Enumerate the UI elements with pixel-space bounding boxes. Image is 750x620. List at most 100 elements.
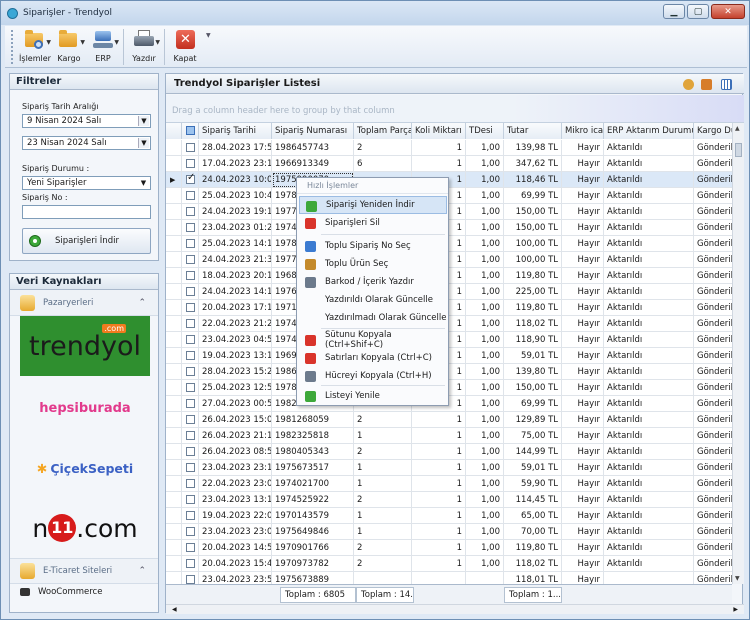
- context-menu-item[interactable]: Sütunu Kopyala (Ctrl+Shif+C): [299, 330, 447, 350]
- row-checkbox[interactable]: [186, 527, 195, 536]
- row-checkbox[interactable]: [186, 351, 195, 360]
- kapat-button[interactable]: ✕ Kapat: [168, 29, 202, 63]
- scroll-thumb[interactable]: [735, 143, 742, 157]
- context-menu-item[interactable]: Siparişi Yeniden İndir: [299, 196, 447, 214]
- table-row[interactable]: 19.04.2023 13:11 1969 1 1,00 59,01 TL Hayır Ak…: [166, 348, 732, 364]
- scroll-right-icon[interactable]: ▶: [733, 606, 738, 613]
- row-checkbox[interactable]: [186, 495, 195, 504]
- context-menu-item[interactable]: Toplu Ürün Seç: [299, 255, 447, 273]
- context-menu-item[interactable]: Yazdırıldı Olarak Güncelle: [299, 291, 447, 309]
- order-no-input[interactable]: [22, 205, 151, 219]
- row-checkbox[interactable]: [186, 431, 195, 440]
- table-row[interactable]: 26.04.2023 15:09 1981268059 2 1 1,00 129,89 T…: [166, 412, 732, 428]
- table-row[interactable]: 25.04.2023 10:49 1978 1 1,00 69,99 TL Hayır Ak…: [166, 188, 732, 204]
- column-header[interactable]: Sipariş Tarihi: [199, 123, 272, 139]
- row-checkbox[interactable]: [186, 191, 195, 200]
- row-checkbox[interactable]: [186, 287, 195, 296]
- table-row[interactable]: 28.04.2023 17:57 1986457743 2 1 1,00 139,98 T…: [166, 140, 732, 156]
- column-header[interactable]: ERP Aktarım Durumu: [604, 123, 694, 139]
- table-row[interactable]: 20.04.2023 15:42 1970973782 2 1 1,00 118,02 T…: [166, 556, 732, 572]
- row-checkbox[interactable]: [186, 447, 195, 456]
- table-row[interactable]: 25.04.2023 14:18 1978 1 1,00 100,00 TL Hayır A…: [166, 236, 732, 252]
- row-checkbox[interactable]: [186, 415, 195, 424]
- woocommerce-item[interactable]: WooCommerce: [10, 584, 158, 600]
- scroll-down-icon[interactable]: ▼: [735, 575, 740, 582]
- table-row[interactable]: 24.04.2023 19:18 1977 1 1,00 150,00 TL Hayır A…: [166, 204, 732, 220]
- settings-icon[interactable]: [683, 79, 694, 90]
- export-icon[interactable]: [701, 79, 712, 90]
- table-row[interactable]: 23.04.2023 04:58 1974 1 1,00 118,90 TL Hayır A…: [166, 332, 732, 348]
- column-header[interactable]: Tutar: [504, 123, 562, 139]
- table-row[interactable]: 22.04.2023 23:00 1974021700 1 1 1,00 59,90 TL…: [166, 476, 732, 492]
- row-checkbox[interactable]: [186, 239, 195, 248]
- toolbar-grip[interactable]: [11, 30, 14, 64]
- table-row[interactable]: 23.04.2023 13:12 1974525922 2 1 1,00 114,45 T…: [166, 492, 732, 508]
- row-checkbox[interactable]: [186, 479, 195, 488]
- column-header[interactable]: Sipariş Numarası: [272, 123, 354, 139]
- n11-logo[interactable]: n 11 .com: [20, 498, 150, 558]
- row-checkbox[interactable]: [186, 367, 195, 376]
- context-menu-item[interactable]: Yazdırılmadı Olarak Güncelle: [299, 309, 447, 327]
- download-orders-button[interactable]: Siparişleri İndir: [22, 228, 151, 254]
- toolbar-overflow-icon[interactable]: ▼: [206, 32, 211, 39]
- table-row[interactable]: 19.04.2023 22:06 1970143579 1 1 1,00 65,00 TL…: [166, 508, 732, 524]
- table-row[interactable]: 20.04.2023 14:52 1970901766 2 1 1,00 119,80 T…: [166, 540, 732, 556]
- status-select[interactable]: Yeni Siparişler ▼: [22, 176, 151, 190]
- row-checkbox[interactable]: [186, 335, 195, 344]
- chevron-down-icon[interactable]: ▼: [138, 138, 149, 148]
- context-menu-item[interactable]: Siparişleri Sil: [299, 214, 447, 232]
- row-checkbox[interactable]: [186, 399, 195, 408]
- table-row[interactable]: 27.04.2023 00:55 1982 1 1,00 69,99 TL Hayır Ak…: [166, 396, 732, 412]
- row-checkbox[interactable]: [186, 159, 195, 168]
- collapse-icon[interactable]: ⌃: [138, 566, 146, 576]
- ciceksepeti-logo[interactable]: ✱ ÇiçekSepeti: [20, 438, 150, 498]
- erp-button[interactable]: ▼ ERP: [86, 29, 120, 63]
- trendyol-logo[interactable]: trendyol .com: [20, 316, 150, 376]
- table-row[interactable]: 18.04.2023 20:18 1968 1 1,00 119,80 TL Hayır A…: [166, 268, 732, 284]
- context-menu-item[interactable]: Satırları Kopyala (Ctrl+C): [299, 349, 447, 367]
- row-checkbox[interactable]: [186, 172, 195, 184]
- table-row[interactable]: 24.04.2023 21:37 1977 1 1,00 100,00 TL Hayır A…: [166, 252, 732, 268]
- scroll-left-icon[interactable]: ◀: [172, 606, 177, 613]
- context-menu-item[interactable]: Toplu Sipariş No Seç: [299, 237, 447, 255]
- maximize-button[interactable]: ▢: [687, 4, 709, 19]
- table-row[interactable]: 25.04.2023 12:58 1978 1 1,00 150,00 TL Hayır A…: [166, 380, 732, 396]
- table-row[interactable]: 23.04.2023 01:20 1974 1 1,00 150,00 TL Hayır A…: [166, 220, 732, 236]
- table-row[interactable]: 17.04.2023 23:19 1966913349 6 1 1,00 347,62 T…: [166, 156, 732, 172]
- column-header[interactable]: TDesi: [466, 123, 504, 139]
- column-header[interactable]: Koli Miktarı: [412, 123, 466, 139]
- row-checkbox[interactable]: [186, 559, 195, 568]
- columns-icon[interactable]: [721, 79, 732, 90]
- islemler-button[interactable]: ▼ İşlemler: [18, 29, 52, 63]
- column-header[interactable]: Kargo Durumu: [694, 123, 732, 139]
- chevron-down-icon[interactable]: ▼: [138, 178, 149, 188]
- kargo-button[interactable]: ▼ Kargo: [52, 29, 86, 63]
- date-from-picker[interactable]: 9 Nisan 2024 Salı ▼: [22, 114, 151, 128]
- minimize-button[interactable]: ▁: [663, 4, 685, 19]
- horizontal-scrollbar[interactable]: ◀ ▶: [166, 604, 744, 614]
- table-row[interactable]: 23.04.2023 23:15 1975673517 1 1 1,00 59,01 TL…: [166, 460, 732, 476]
- ecommerce-group[interactable]: E-Ticaret Siteleri ⌃: [10, 558, 158, 584]
- marketplaces-group[interactable]: Pazaryerleri ⌃: [10, 290, 158, 316]
- table-row[interactable]: 24.04.2023 14:16 1976 1 1,00 225,00 TL Hayır A…: [166, 284, 732, 300]
- table-row[interactable]: 26.04.2023 08:51 1980405343 2 1 1,00 144,99 T…: [166, 444, 732, 460]
- table-row[interactable]: 20.04.2023 17:13 1971 1 1,00 119,80 TL Hayır A…: [166, 300, 732, 316]
- yazdir-button[interactable]: ▼ Yazdır: [127, 29, 161, 63]
- context-menu-item[interactable]: Listeyi Yenile: [299, 387, 447, 405]
- row-checkbox[interactable]: [186, 543, 195, 552]
- column-header[interactable]: Mikro icat: [562, 123, 604, 139]
- column-header[interactable]: Toplam Parça: [354, 123, 412, 139]
- table-row[interactable]: 23.04.2023 23:01 1975649846 1 1 1,00 70,00 TL…: [166, 524, 732, 540]
- row-checkbox[interactable]: [186, 271, 195, 280]
- scroll-up-icon[interactable]: ▲: [735, 125, 740, 132]
- table-row[interactable]: ▶24.04.2023 10:08197599007011,00118,46 T…: [166, 172, 732, 188]
- row-checkbox[interactable]: [186, 143, 195, 152]
- row-checkbox[interactable]: [186, 511, 195, 520]
- table-row[interactable]: 23.04.2023 23:55 1975673889 118,01 TL Hayır…: [166, 572, 732, 584]
- context-menu-item[interactable]: Barkod / İçerik Yazdır: [299, 273, 447, 291]
- collapse-icon[interactable]: ⌃: [138, 298, 146, 308]
- table-row[interactable]: 26.04.2023 21:16 1982325818 1 1 1,00 75,00 TL…: [166, 428, 732, 444]
- chevron-down-icon[interactable]: ▼: [138, 116, 149, 126]
- table-row[interactable]: 28.04.2023 15:25 1986 1 1,00 139,80 TL Hayır A…: [166, 364, 732, 380]
- row-checkbox[interactable]: [186, 575, 195, 584]
